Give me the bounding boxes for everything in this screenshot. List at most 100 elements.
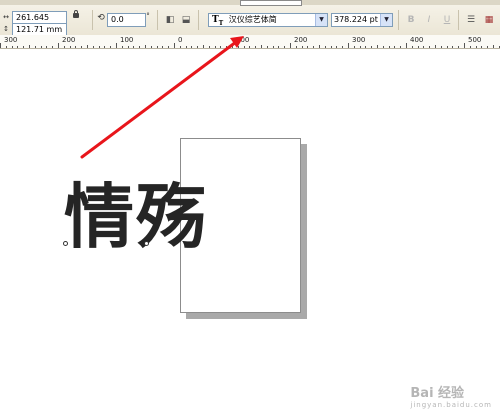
ruler-tick bbox=[371, 46, 373, 48]
horizontal-align-icon[interactable]: ☰ bbox=[465, 14, 477, 26]
ruler-tick bbox=[11, 46, 13, 48]
ruler-tick bbox=[214, 46, 216, 48]
degree-symbol: ° bbox=[146, 12, 150, 20]
ruler-tick bbox=[313, 46, 315, 48]
lock-ratio-icon[interactable] bbox=[73, 10, 79, 18]
ruler-tick bbox=[452, 46, 454, 48]
ruler-tick bbox=[324, 46, 326, 48]
ruler-tick bbox=[411, 46, 413, 48]
ruler-tick bbox=[139, 46, 141, 48]
ruler-tick bbox=[243, 46, 245, 48]
ruler-tick bbox=[133, 46, 135, 48]
ruler-tick bbox=[121, 46, 123, 48]
ruler-tick bbox=[23, 46, 25, 48]
ruler-tick bbox=[104, 46, 106, 48]
ruler-tick bbox=[423, 46, 425, 48]
ruler-tick bbox=[179, 46, 181, 48]
ruler-tick bbox=[440, 46, 442, 48]
text-node-handle[interactable] bbox=[63, 241, 68, 246]
ruler-tick bbox=[46, 46, 48, 48]
ruler-tick bbox=[162, 46, 164, 48]
mirror-horizontal-icon[interactable]: ◧ bbox=[164, 14, 176, 26]
underline-icon[interactable]: U bbox=[441, 14, 453, 26]
ruler-tick bbox=[278, 46, 280, 48]
ruler-tick bbox=[435, 45, 436, 48]
ruler-tick bbox=[417, 46, 419, 48]
ruler-tick bbox=[301, 46, 303, 48]
ruler-tick bbox=[191, 46, 193, 48]
separator bbox=[398, 10, 399, 30]
ruler-tick bbox=[400, 46, 402, 48]
ruler-tick bbox=[330, 46, 332, 48]
ruler-tick bbox=[168, 46, 170, 48]
font-family-dropdown[interactable]: TT 汉仪综艺体简 ▼ bbox=[208, 13, 328, 27]
height-icon: ↕ bbox=[3, 25, 9, 33]
ruler-tick bbox=[69, 46, 71, 48]
ruler-tick bbox=[17, 46, 19, 48]
ruler-tick bbox=[382, 46, 384, 48]
ruler-tick bbox=[272, 46, 274, 48]
ruler-tick bbox=[145, 45, 146, 48]
ruler-tick bbox=[237, 46, 239, 48]
ruler-tick bbox=[353, 46, 355, 48]
ruler-label: 100 bbox=[236, 36, 250, 44]
ruler-tick bbox=[295, 46, 297, 48]
ruler-tick bbox=[0, 43, 1, 48]
character-format-icon[interactable]: ▦ bbox=[483, 14, 495, 26]
ruler-tick bbox=[52, 46, 54, 48]
watermark-url: jingyan.baidu.com bbox=[410, 401, 492, 409]
width-icon: ↔ bbox=[3, 13, 9, 21]
ruler-tick bbox=[359, 46, 361, 48]
ruler-tick bbox=[284, 46, 286, 48]
ruler-tick bbox=[469, 46, 471, 48]
ruler-label: 100 bbox=[120, 36, 134, 44]
chevron-down-icon[interactable]: ▼ bbox=[380, 14, 392, 26]
ruler-tick bbox=[34, 46, 36, 48]
bold-icon[interactable]: B bbox=[405, 14, 417, 26]
ruler-tick bbox=[75, 46, 77, 48]
ruler-tick bbox=[5, 46, 7, 48]
ruler-label: 400 bbox=[410, 36, 424, 44]
chevron-down-icon[interactable]: ▼ bbox=[315, 14, 327, 26]
truetype-font-icon: TT bbox=[212, 15, 224, 27]
ruler-tick bbox=[319, 45, 320, 48]
property-bar: ↔ 261.645 mm ↕ 121.71 mm ⟲ 0.0 ° ◧ ⬓ TT … bbox=[0, 0, 500, 37]
rotation-angle-field[interactable]: 0.0 bbox=[107, 13, 146, 27]
font-size-dropdown[interactable]: 378.224 pt ▼ bbox=[331, 13, 393, 27]
ruler-tick bbox=[40, 46, 42, 48]
ruler-tick bbox=[342, 46, 344, 48]
ruler-tick bbox=[81, 46, 83, 48]
text-node-handle[interactable] bbox=[144, 241, 149, 246]
ruler-tick bbox=[220, 46, 222, 48]
artistic-text[interactable]: 情殇 bbox=[64, 172, 208, 262]
ruler-tick bbox=[92, 46, 94, 48]
font-size-value: 378.224 pt bbox=[334, 15, 378, 24]
separator bbox=[157, 10, 158, 30]
ruler-tick bbox=[116, 43, 117, 48]
ruler-tick bbox=[388, 46, 390, 48]
mirror-vertical-icon[interactable]: ⬓ bbox=[180, 14, 192, 26]
ruler-tick bbox=[458, 46, 460, 48]
ruler-tick bbox=[446, 46, 448, 48]
font-family-value: 汉仪综艺体简 bbox=[228, 15, 277, 24]
ruler-tick bbox=[406, 43, 407, 48]
watermark-text: Bai 经验 bbox=[410, 386, 465, 401]
ruler-tick bbox=[394, 46, 396, 48]
ruler-tick bbox=[290, 43, 291, 48]
ruler-tick bbox=[98, 46, 100, 48]
ruler-tick bbox=[464, 43, 465, 48]
ruler-label: 300 bbox=[352, 36, 366, 44]
ruler-label: 300 bbox=[4, 36, 18, 44]
ruler-tick bbox=[174, 43, 175, 48]
ruler-tick bbox=[348, 43, 349, 48]
ruler-tick bbox=[203, 45, 204, 48]
ruler-tick bbox=[156, 46, 158, 48]
ruler-tick bbox=[266, 46, 268, 48]
italic-icon[interactable]: I bbox=[423, 14, 435, 26]
toolbar-field-partial[interactable] bbox=[240, 0, 302, 6]
ruler-tick bbox=[365, 46, 367, 48]
separator bbox=[198, 10, 199, 30]
ruler-tick bbox=[336, 46, 338, 48]
horizontal-ruler[interactable]: 300 200 100 0 100 200 300 400 500 bbox=[0, 35, 500, 49]
ruler-tick bbox=[493, 45, 494, 48]
